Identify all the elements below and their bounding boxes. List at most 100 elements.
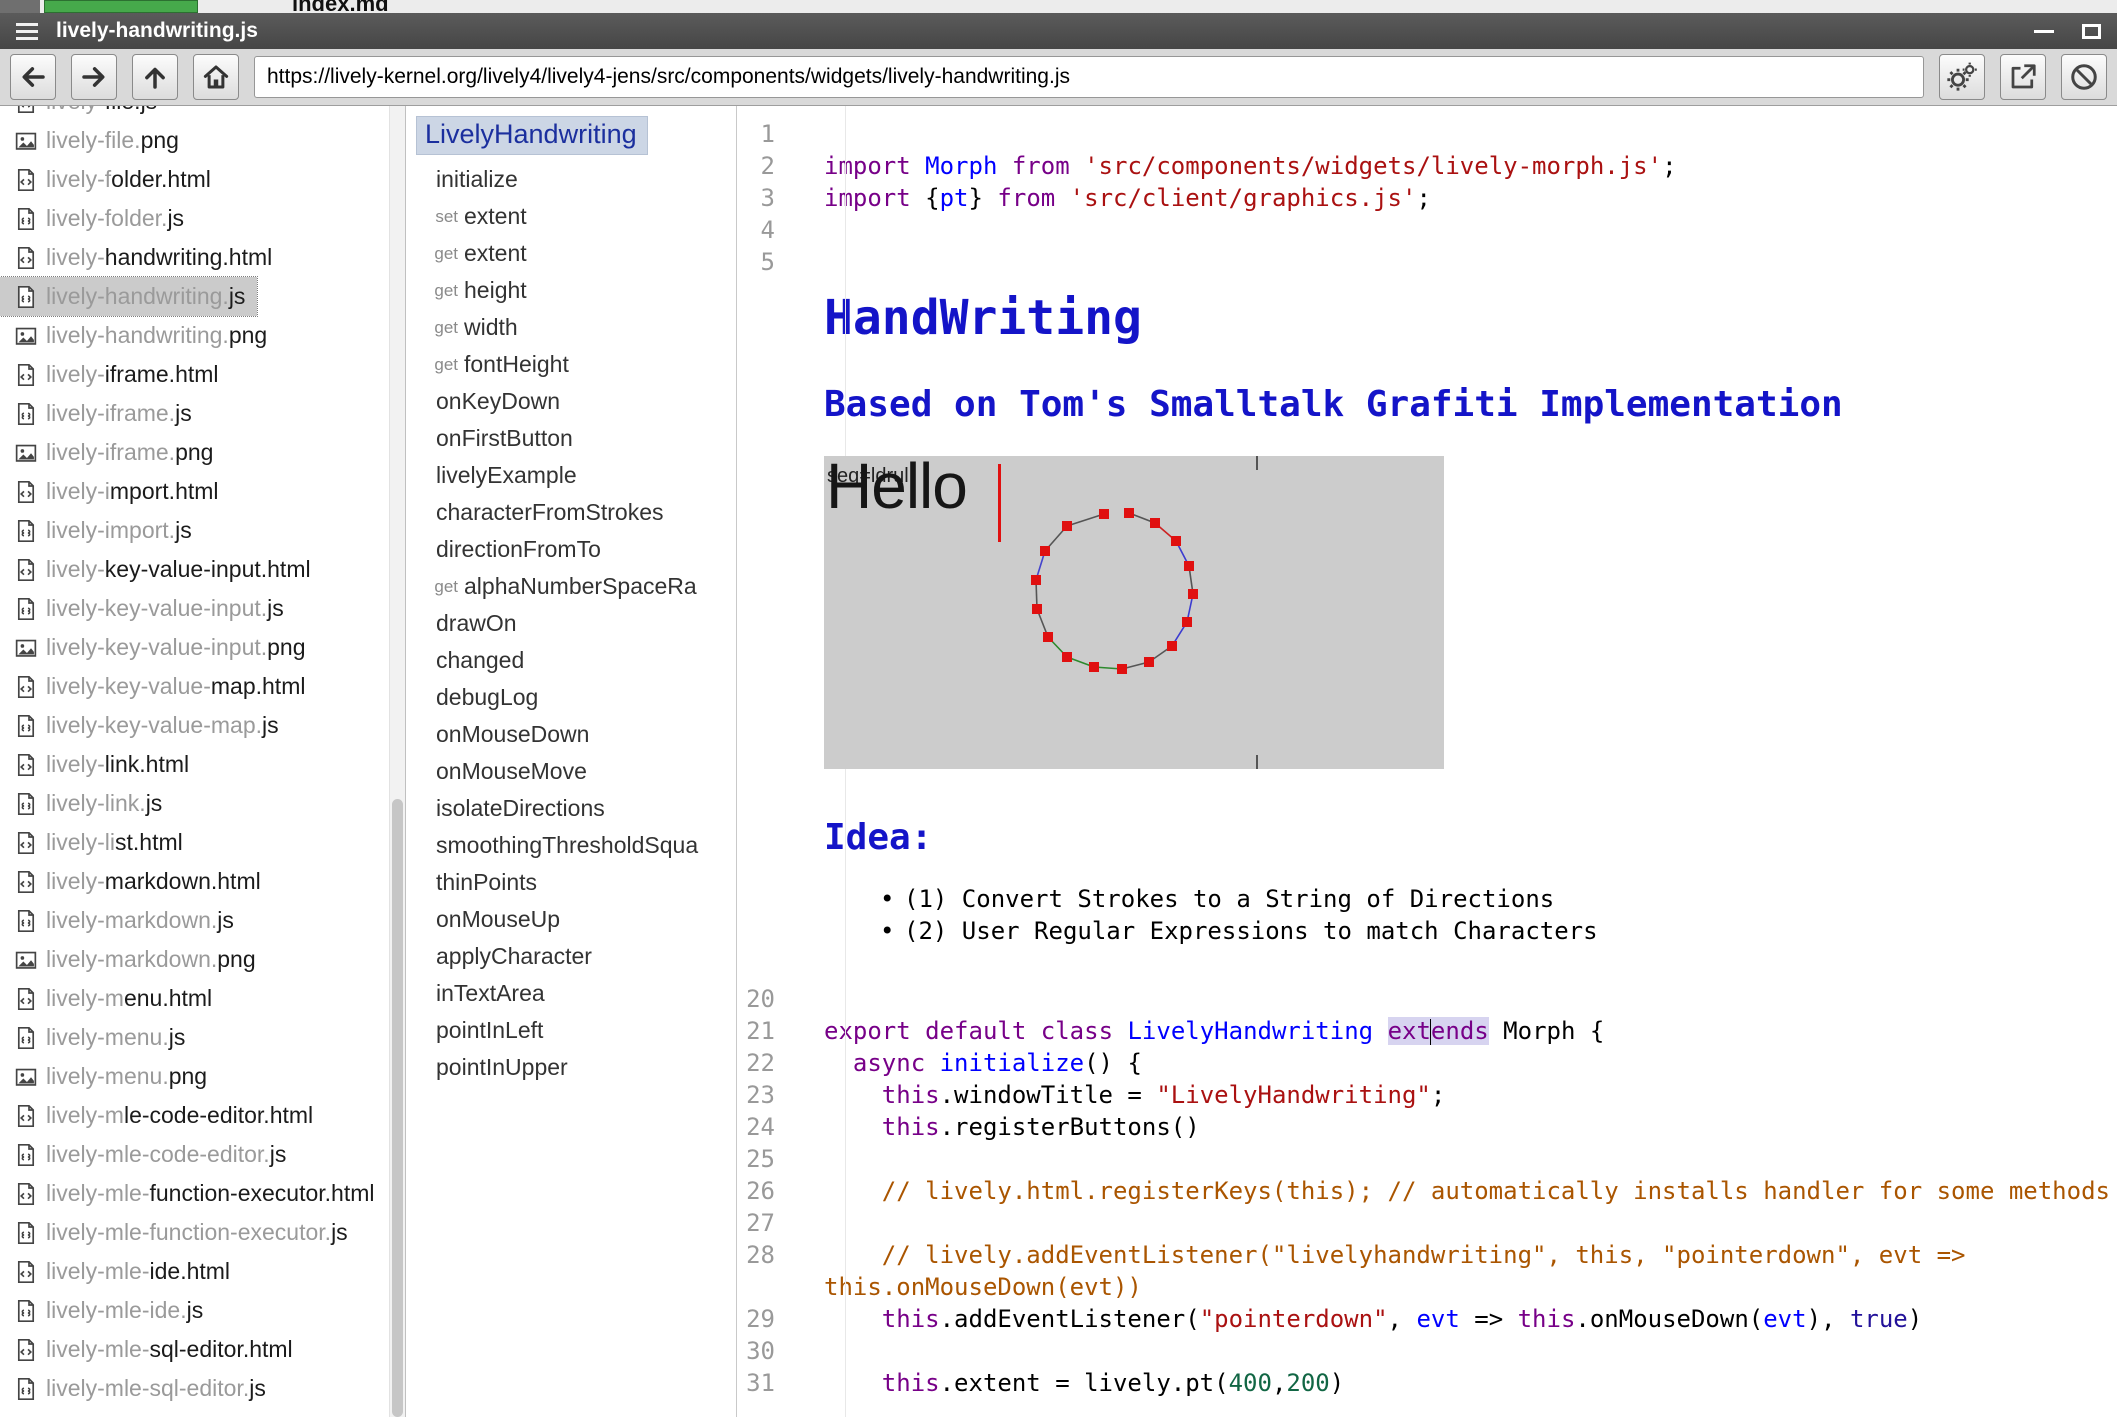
file-list-item[interactable]: lively-markdown.png [0,940,268,979]
code-text[interactable]: this.extent = lively.pt(400,200) [824,1367,2117,1399]
file-list-item[interactable]: lively-import.js [0,511,204,550]
code-text[interactable]: import {pt} from 'src/client/graphics.js… [824,182,2117,214]
sidebar-scrollbar-thumb[interactable] [392,799,403,1417]
file-list-item[interactable]: lively-key-value-map.html [0,667,317,706]
code-text[interactable] [824,118,2117,150]
code-text[interactable]: export default class LivelyHandwriting e… [824,1015,2117,1047]
outline-method-item[interactable]: setextent [406,198,736,235]
outline-class-name[interactable]: LivelyHandwriting [416,116,648,155]
outline-method-item[interactable]: getextent [406,235,736,272]
file-list-item[interactable]: lively-menu.js [0,1018,197,1057]
file-list-item[interactable]: lively-menu.html [0,979,224,1018]
code-line[interactable]: 2import Morph from 'src/components/widge… [737,150,2117,182]
outline-method-item[interactable]: getfontHeight [406,346,736,383]
outline-method-item[interactable]: applyCharacter [406,938,736,975]
outline-method-item[interactable]: directionFromTo [406,531,736,568]
handwriting-canvas[interactable]: seq=ldrul Hello [824,456,1444,769]
code-line[interactable]: 21export default class LivelyHandwriting… [737,1015,2117,1047]
file-list-item[interactable]: lively-file.png [0,121,191,160]
code-line[interactable]: 24 this.registerButtons() [737,1111,2117,1143]
code-line[interactable]: 1 [737,118,2117,150]
background-tab-index-md[interactable]: index.md [292,0,389,13]
outline-method-item[interactable]: livelyExample [406,457,736,494]
file-list-item[interactable]: lively-mle-code-editor.js [0,1135,298,1174]
file-list-item[interactable]: lively-key-value-map.js [0,706,291,745]
code-line[interactable]: 31 this.extent = lively.pt(400,200) [737,1367,2117,1399]
code-line[interactable]: 28 // lively.addEventListener("livelyhan… [737,1239,2117,1303]
open-external-button[interactable] [2000,54,2046,100]
outline-method-item[interactable]: characterFromStrokes [406,494,736,531]
outline-method-item[interactable]: getwidth [406,309,736,346]
outline-method-item[interactable]: smoothingThresholdSqua [406,827,736,864]
file-list-item[interactable]: lively-mle-function-executor.html [0,1174,387,1213]
outline-method-item[interactable]: changed [406,642,736,679]
code-text[interactable]: async initialize() { [824,1047,2117,1079]
file-list-item[interactable]: lively-markdown.html [0,862,273,901]
file-list-item[interactable]: lively-handwriting.png [0,316,279,355]
code-line[interactable]: 20 [737,983,2117,1015]
code-text[interactable] [824,1207,2117,1239]
file-list-item[interactable]: lively-key-value-input.html [0,550,323,589]
code-text[interactable] [824,246,2117,278]
outline-method-item[interactable]: onMouseMove [406,753,736,790]
file-list-item[interactable]: lively-key-value-input.png [0,628,318,667]
block-button[interactable] [2061,54,2107,100]
code-line[interactable]: 29 this.addEventListener("pointerdown", … [737,1303,2117,1335]
code-line[interactable]: 26 // lively.html.registerKeys(this); //… [737,1175,2117,1207]
file-list-item[interactable]: lively-folder.html [0,160,223,199]
file-list-item[interactable]: lively-link.js [0,784,174,823]
code-text[interactable] [824,1335,2117,1367]
code-line[interactable]: 22 async initialize() { [737,1047,2117,1079]
outline-method-item[interactable]: onMouseUp [406,901,736,938]
code-text[interactable] [824,1143,2117,1175]
outline-method-item[interactable]: pointInLeft [406,1012,736,1049]
file-list-item[interactable]: lively-handwriting.js [0,277,257,316]
outline-method-item[interactable]: initialize [406,161,736,198]
file-list-item[interactable]: lively-mle-ide.html [0,1252,242,1291]
file-list-item[interactable]: lively-file.js [0,106,169,121]
window-minimize-button[interactable] [2034,30,2054,33]
outline-method-item[interactable]: getalphaNumberSpaceRa [406,568,736,605]
up-button[interactable] [132,54,178,100]
file-list-item[interactable]: lively-key-value-input.js [0,589,296,628]
file-list-item[interactable]: lively-mle-ide.js [0,1291,215,1330]
code-line[interactable]: 27 [737,1207,2117,1239]
file-list-item[interactable]: lively-iframe.html [0,355,231,394]
file-list-item[interactable]: lively-menu.png [0,1057,219,1096]
code-text[interactable] [824,983,2117,1015]
code-line[interactable]: 4 [737,214,2117,246]
file-list-item[interactable]: lively-mle-function-executor.js [0,1213,360,1252]
code-text[interactable]: this.registerButtons() [824,1111,2117,1143]
window-maximize-button[interactable] [2082,24,2101,39]
code-text[interactable]: // lively.addEventListener("livelyhandwr… [824,1239,2117,1303]
code-text[interactable] [824,214,2117,246]
outline-method-item[interactable]: onFirstButton [406,420,736,457]
file-list-item[interactable]: lively-mle-sql-editor.html [0,1330,305,1369]
file-list-item[interactable]: lively-handwriting.html [0,238,284,277]
outline-method-item[interactable]: onMouseDown [406,716,736,753]
code-editor[interactable]: 12import Morph from 'src/components/widg… [737,106,2117,1417]
outline-method-item[interactable]: drawOn [406,605,736,642]
outline-method-item[interactable]: onKeyDown [406,383,736,420]
settings-button[interactable] [1939,54,1985,100]
code-line[interactable]: 30 [737,1335,2117,1367]
file-list-item[interactable]: lively-markdown.js [0,901,246,940]
outline-method-item[interactable]: pointInUpper [406,1049,736,1086]
file-list-item[interactable]: lively-import.html [0,472,231,511]
forward-button[interactable] [71,54,117,100]
file-list-item[interactable]: lively-mle-code-editor.html [0,1096,325,1135]
outline-method-item[interactable]: isolateDirections [406,790,736,827]
code-line[interactable]: 3import {pt} from 'src/client/graphics.j… [737,182,2117,214]
code-line[interactable]: 25 [737,1143,2117,1175]
file-list-item[interactable]: lively-list.html [0,823,195,862]
code-text[interactable]: this.windowTitle = "LivelyHandwriting"; [824,1079,2117,1111]
code-text[interactable]: this.addEventListener("pointerdown", evt… [824,1303,2117,1335]
home-button[interactable] [193,54,239,100]
file-list-item[interactable]: lively-iframe.js [0,394,204,433]
outline-method-item[interactable]: getheight [406,272,736,309]
url-input[interactable] [254,56,1924,98]
file-list-item[interactable]: lively-iframe.png [0,433,225,472]
back-button[interactable] [10,54,56,100]
file-list-item[interactable]: lively-mle-sql-editor.js [0,1369,278,1408]
file-list-item[interactable]: lively-link.html [0,745,201,784]
